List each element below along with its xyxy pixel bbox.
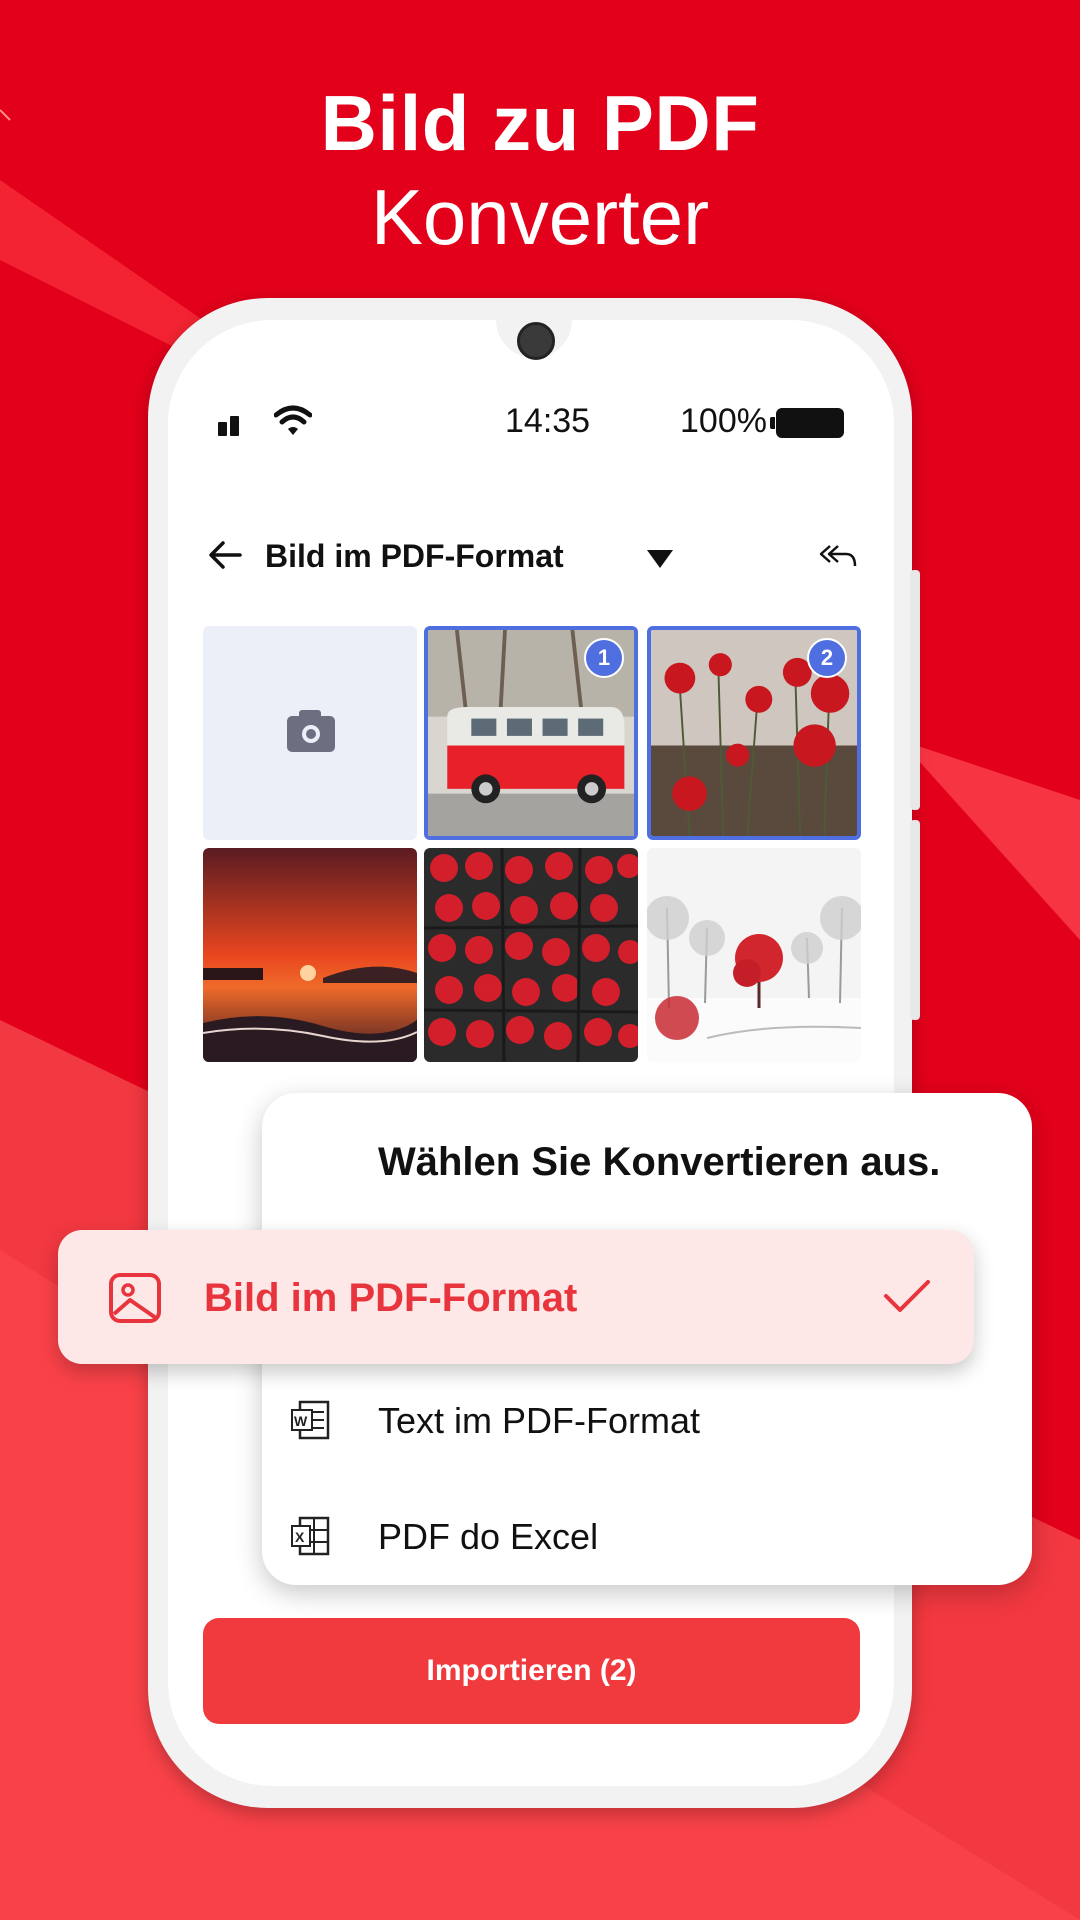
option-pdf-to-excel[interactable]: X PDF do Excel	[262, 1488, 1032, 1588]
undo-icon[interactable]	[818, 542, 858, 570]
svg-text:X: X	[295, 1529, 305, 1545]
photo-tile-poppies[interactable]: 2	[647, 626, 861, 840]
camera-tile[interactable]	[203, 626, 417, 840]
battery-icon	[770, 408, 844, 438]
svg-text:W: W	[294, 1413, 308, 1429]
photo-tile-sunset[interactable]	[203, 848, 417, 1062]
headline-title: Bild zu PDF	[320, 79, 760, 167]
option-image-to-pdf[interactable]: Bild im PDF-Format	[58, 1230, 974, 1364]
popup-title: Wählen Sie Konvertieren aus.	[378, 1140, 941, 1184]
photo-tile-raspberries[interactable]	[424, 848, 638, 1062]
photo-tile-van[interactable]: 1	[424, 626, 638, 840]
option-label: PDF do Excel	[378, 1516, 599, 1557]
toolbar-title[interactable]: Bild im PDF-Format	[265, 538, 564, 575]
image-icon	[109, 1273, 161, 1323]
import-button[interactable]: Importieren (2)	[203, 1618, 860, 1724]
photo-snow-park-image	[647, 848, 861, 1062]
selection-badge: 2	[807, 638, 847, 678]
option-label: Text im PDF-Format	[378, 1400, 701, 1441]
headline-subtitle: Konverter	[370, 173, 710, 261]
phone-side-button	[910, 820, 920, 1020]
photo-tile-snow-park[interactable]	[647, 848, 861, 1062]
camera-icon	[287, 710, 335, 752]
word-doc-icon: W	[291, 1400, 330, 1440]
arrow-left-icon[interactable]	[208, 540, 242, 570]
option-text-to-pdf[interactable]: W Text im PDF-Format	[262, 1372, 1032, 1472]
checkmark-icon	[884, 1280, 930, 1312]
option-label: Bild im PDF-Format	[204, 1276, 578, 1320]
photo-sunset-image	[203, 848, 417, 1062]
dropdown-triangle-icon[interactable]	[645, 548, 675, 570]
battery-percent: 100%	[680, 402, 767, 440]
wifi-icon	[274, 405, 312, 435]
signal-icon	[218, 414, 244, 436]
excel-doc-icon: X	[291, 1516, 330, 1556]
status-time: 14:35	[505, 402, 591, 440]
phone-side-button	[910, 570, 920, 810]
front-camera	[517, 322, 555, 360]
selection-badge: 1	[584, 638, 624, 678]
photo-raspberries-image	[424, 848, 638, 1062]
